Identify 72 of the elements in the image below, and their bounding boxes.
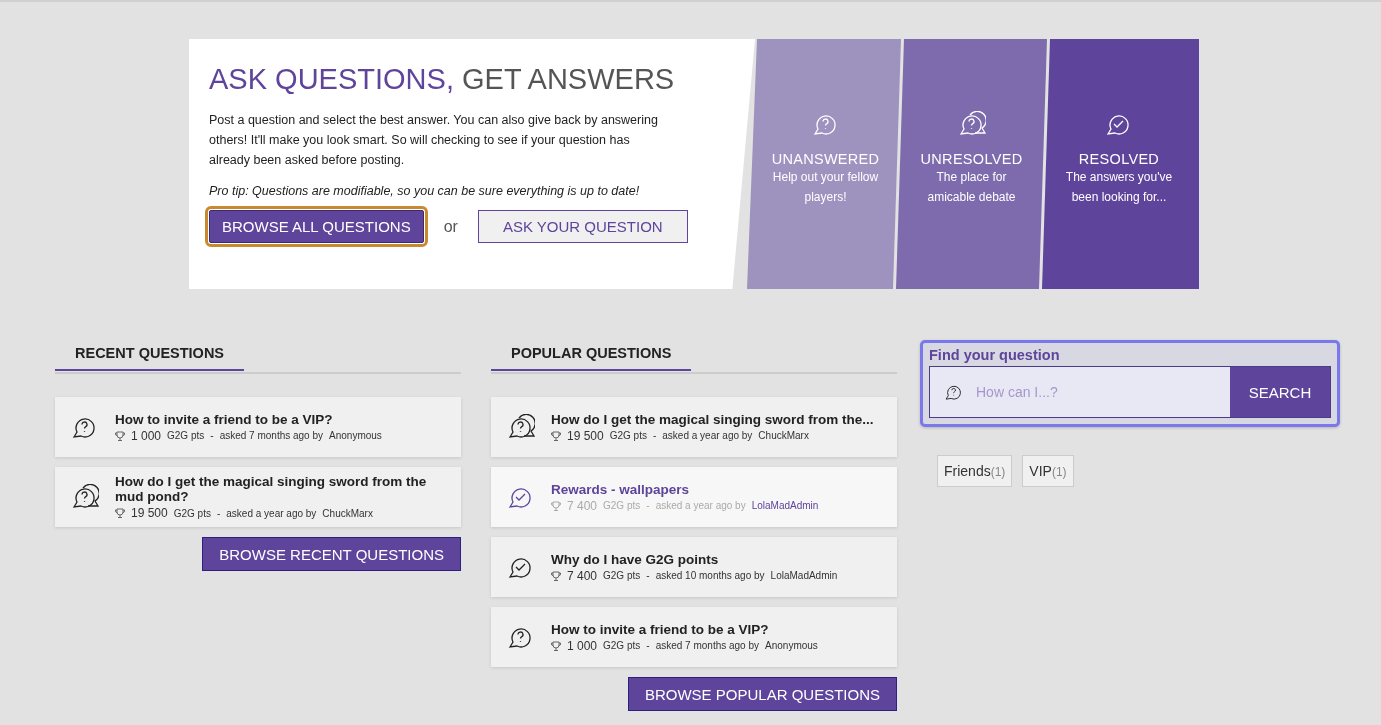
- question-card[interactable]: How do I get the magical singing sword from the... 19 500 G2G pts - asked a year ago by ChuckMarx: [491, 397, 897, 457]
- pro-tip: Pro tip: Questions are modifiable, so you can be sure everything is up to date!: [209, 184, 641, 198]
- points-value: 7 400: [567, 568, 598, 583]
- separator: -: [646, 570, 650, 581]
- asked-info: asked 7 months ago by: [219, 430, 324, 441]
- section-heading: RECENT QUESTIONS: [55, 345, 245, 371]
- question-card[interactable]: Why do I have G2G points 7 400 G2G pts - asked 10 months ago by LolaMadAdmin: [491, 537, 897, 597]
- ask-question-button[interactable]: ASK YOUR QUESTION: [477, 210, 688, 243]
- separator: -: [646, 640, 650, 651]
- tag-count: (1): [990, 465, 1006, 479]
- author-link[interactable]: ChuckMarx: [758, 430, 809, 441]
- trophy-icon: [551, 640, 561, 651]
- category-subtitle: The answers you've been looking for...: [1064, 169, 1174, 206]
- points-unit: G2G pts: [603, 500, 641, 511]
- question-card[interactable]: How to invite a friend to be a VIP? 1 000 G2G pts - asked 7 months ago by Anonymous: [55, 397, 461, 457]
- trophy-icon: [115, 508, 125, 518]
- separator: -: [210, 430, 214, 441]
- author-link[interactable]: LolaMadAdmin: [751, 500, 819, 511]
- points-value: 7 400: [567, 498, 598, 513]
- tag-label: Friends: [944, 463, 991, 479]
- points-unit: G2G pts: [173, 507, 211, 519]
- trophy-icon: [551, 430, 561, 441]
- points-unit: G2G pts: [167, 430, 205, 441]
- trophy-icon: [551, 570, 561, 581]
- author-link[interactable]: LolaMadAdmin: [770, 570, 838, 581]
- trophy-icon: [551, 500, 561, 511]
- question-title[interactable]: Rewards - wallpapers: [551, 481, 819, 497]
- separator: -: [652, 430, 657, 441]
- asked-info: asked a year ago by: [655, 500, 746, 511]
- question-card[interactable]: How to invite a friend to be a VIP? 1 000 G2G pts - asked 7 months ago by Anonymous: [491, 607, 897, 667]
- category-title: RESOLVED: [1078, 151, 1160, 167]
- points-value: 19 500: [131, 506, 168, 520]
- question-card[interactable]: How do I get the magical singing sword from the mud pond? 19 500 G2G pts - asked a year ago by ChuckMarx: [55, 467, 461, 527]
- asked-info: asked a year ago by: [662, 430, 753, 441]
- asked-info: asked a year ago by: [226, 507, 317, 519]
- asked-info: asked 7 months ago by: [655, 640, 760, 651]
- separator: -: [646, 500, 650, 511]
- asked-info: asked 10 months ago by: [655, 570, 765, 581]
- hero-title: GET ANSWERS: [462, 63, 675, 95]
- author-link[interactable]: Anonymous: [765, 640, 818, 651]
- category-panel[interactable]: RESOLVED The answers you've been looking for...: [1039, 39, 1199, 289]
- category-subtitle: Help out your fellow players!: [771, 169, 880, 206]
- tag-label: VIP: [1029, 463, 1052, 479]
- points-value: 19 500: [567, 428, 604, 443]
- author-link[interactable]: Anonymous: [329, 430, 382, 441]
- points-unit: G2G pts: [603, 570, 641, 581]
- or-separator: or: [443, 217, 458, 236]
- points-value: 1 000: [131, 428, 162, 443]
- tag-count: (1): [1051, 465, 1067, 479]
- question-title[interactable]: How do I get the magical singing sword from the...: [551, 411, 874, 427]
- question-title[interactable]: How to invite a friend to be a VIP?: [115, 411, 382, 427]
- question-title[interactable]: How do I get the magical singing sword from the mud pond?: [115, 474, 445, 504]
- question-card[interactable]: Rewards - wallpapers 7 400 G2G pts - asked a year ago by LolaMadAdmin: [491, 467, 897, 527]
- points-value: 1 000: [567, 638, 598, 653]
- browse-button[interactable]: BROWSE POPULAR QUESTIONS: [627, 677, 897, 711]
- trophy-icon: [115, 430, 125, 441]
- search-label: Find your question: [929, 347, 1061, 363]
- question-title[interactable]: Why do I have G2G points: [551, 551, 838, 567]
- tag-chip[interactable]: VIP(1): [1022, 455, 1074, 487]
- category-title: UNANSWERED: [771, 151, 880, 167]
- points-unit: G2G pts: [609, 430, 647, 441]
- category-subtitle: The place for amicable debate: [926, 169, 1017, 206]
- separator: -: [216, 507, 221, 519]
- author-link[interactable]: ChuckMarx: [322, 507, 373, 519]
- category-title: UNRESOLVED: [920, 151, 1023, 167]
- tag-chip[interactable]: Friends(1): [937, 455, 1013, 487]
- browse-button[interactable]: BROWSE RECENT QUESTIONS: [202, 537, 461, 571]
- question-title[interactable]: How to invite a friend to be a VIP?: [551, 621, 818, 637]
- points-unit: G2G pts: [603, 640, 641, 651]
- section-heading: POPULAR QUESTIONS: [491, 345, 692, 371]
- hero-title-accent: ASK QUESTIONS,: [209, 63, 454, 95]
- hero-description: Post a question and select the best answer. You can also give back by answering others! It'll make you look smart. So will checking to see if your question has already been asked before posting.: [209, 112, 659, 169]
